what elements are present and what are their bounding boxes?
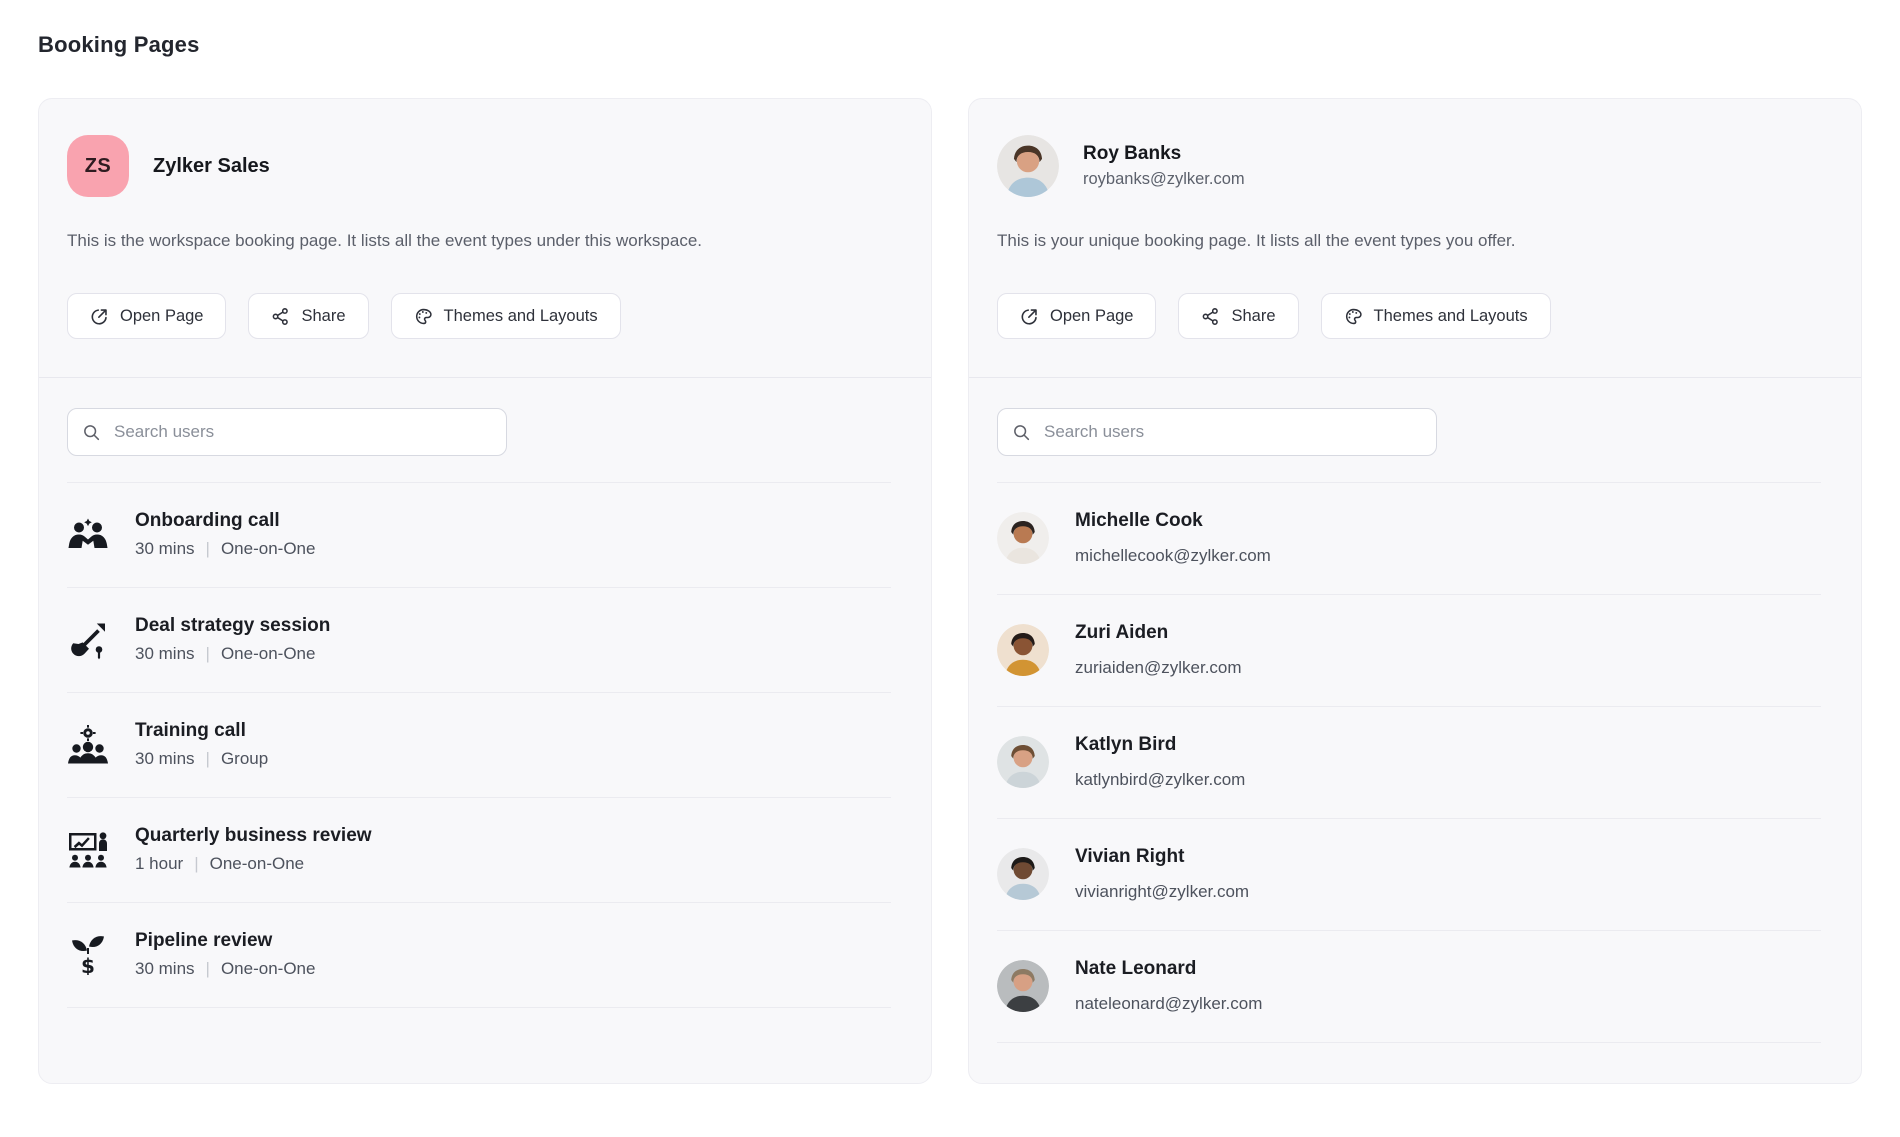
user-list: Michelle Cook michellecook@zylker.com Zu…: [997, 482, 1821, 1043]
event-title: Pipeline review: [135, 930, 315, 952]
user-email: nateleonard@zylker.com: [1075, 994, 1262, 1014]
personal-card-header: Roy Banks roybanks@zylker.com This is yo…: [969, 99, 1861, 377]
event-title: Onboarding call: [135, 510, 315, 532]
user-name: Zuri Aiden: [1075, 622, 1242, 644]
event-row-pipeline-review[interactable]: Pipeline review 30 mins | One-on-One: [67, 903, 891, 1008]
pipe-divider: |: [206, 749, 210, 769]
event-duration: 30 mins: [135, 749, 195, 769]
user-name: Katlyn Bird: [1075, 734, 1245, 756]
search-users-input[interactable]: [112, 421, 492, 443]
event-row-onboarding-call[interactable]: Onboarding call 30 mins | One-on-One: [67, 483, 891, 588]
user-email: michellecook@zylker.com: [1075, 546, 1271, 566]
workspace-actions: Open Page Share Themes and Layouts: [67, 293, 903, 377]
search-icon: [1012, 423, 1031, 442]
event-type: One-on-One: [221, 539, 316, 559]
event-type: One-on-One: [221, 959, 316, 979]
pipe-divider: |: [206, 959, 210, 979]
themes-and-layouts-icon: [414, 307, 433, 326]
search-users-field: [997, 408, 1437, 456]
event-type: One-on-One: [210, 854, 305, 874]
button-label: Share: [301, 307, 345, 326]
user-avatar: [997, 512, 1049, 564]
user-email: zuriaiden@zylker.com: [1075, 658, 1242, 678]
share-icon: [271, 307, 290, 326]
booking-pages-screen: Booking Pages ZS Zylker Sales This is th…: [0, 0, 1900, 1084]
event-duration: 1 hour: [135, 854, 183, 874]
owner-name: Roy Banks: [1083, 143, 1245, 165]
workspace-card-header: ZS Zylker Sales This is the workspace bo…: [39, 99, 931, 377]
deal-strategy-icon: [67, 620, 109, 660]
user-name: Vivian Right: [1075, 846, 1249, 868]
themes-and-layouts-button[interactable]: Themes and Layouts: [391, 293, 621, 339]
event-title: Quarterly business review: [135, 825, 372, 847]
open-page-button[interactable]: Open Page: [67, 293, 226, 339]
button-label: Themes and Layouts: [444, 307, 598, 326]
event-duration: 30 mins: [135, 644, 195, 664]
event-row-training-call[interactable]: Training call 30 mins | Group: [67, 693, 891, 798]
workspace-booking-card: ZS Zylker Sales This is the workspace bo…: [38, 98, 932, 1084]
event-title: Deal strategy session: [135, 615, 330, 637]
user-avatar: [997, 736, 1049, 788]
themes-and-layouts-button[interactable]: Themes and Layouts: [1321, 293, 1551, 339]
share-button[interactable]: Share: [248, 293, 368, 339]
onboarding-call-icon: [67, 515, 109, 555]
event-title: Training call: [135, 720, 268, 742]
user-row-michelle-cook[interactable]: Michelle Cook michellecook@zylker.com: [997, 483, 1821, 595]
event-type: Group: [221, 749, 268, 769]
training-call-icon: [67, 725, 109, 765]
user-avatar: [997, 960, 1049, 1012]
button-label: Open Page: [1050, 307, 1133, 326]
open-page-icon: [90, 307, 109, 326]
button-label: Open Page: [120, 307, 203, 326]
button-label: Share: [1231, 307, 1275, 326]
search-users-field: [67, 408, 507, 456]
event-duration: 30 mins: [135, 959, 195, 979]
user-avatar: [997, 624, 1049, 676]
open-page-button[interactable]: Open Page: [997, 293, 1156, 339]
open-page-icon: [1020, 307, 1039, 326]
booking-cards: ZS Zylker Sales This is the workspace bo…: [38, 98, 1862, 1084]
event-row-deal-strategy[interactable]: Deal strategy session 30 mins | One-on-O…: [67, 588, 891, 693]
owner-avatar: [997, 135, 1059, 197]
pipeline-review-icon: [67, 935, 109, 975]
share-icon: [1201, 307, 1220, 326]
user-row-vivian-right[interactable]: Vivian Right vivianright@zylker.com: [997, 819, 1821, 931]
workspace-description: This is the workspace booking page. It l…: [67, 231, 903, 251]
personal-card-body: Michelle Cook michellecook@zylker.com Zu…: [969, 378, 1861, 1043]
pipe-divider: |: [206, 539, 210, 559]
themes-and-layouts-icon: [1344, 307, 1363, 326]
owner-email: roybanks@zylker.com: [1083, 170, 1245, 189]
user-email: katlynbird@zylker.com: [1075, 770, 1245, 790]
search-icon: [82, 423, 101, 442]
user-avatar: [997, 848, 1049, 900]
user-row-katlyn-bird[interactable]: Katlyn Bird katlynbird@zylker.com: [997, 707, 1821, 819]
event-type-list: Onboarding call 30 mins | One-on-One Dea…: [67, 482, 891, 1008]
button-label: Themes and Layouts: [1374, 307, 1528, 326]
personal-description: This is your unique booking page. It lis…: [997, 231, 1833, 251]
personal-booking-card: Roy Banks roybanks@zylker.com This is yo…: [968, 98, 1862, 1084]
workspace-card-body: Onboarding call 30 mins | One-on-One Dea…: [39, 378, 931, 1008]
share-button[interactable]: Share: [1178, 293, 1298, 339]
user-row-zuri-aiden[interactable]: Zuri Aiden zuriaiden@zylker.com: [997, 595, 1821, 707]
event-type: One-on-One: [221, 644, 316, 664]
pipe-divider: |: [194, 854, 198, 874]
pipe-divider: |: [206, 644, 210, 664]
workspace-avatar: ZS: [67, 135, 129, 197]
workspace-name: Zylker Sales: [153, 155, 270, 178]
user-row-nate-leonard[interactable]: Nate Leonard nateleonard@zylker.com: [997, 931, 1821, 1043]
event-row-quarterly-review[interactable]: Quarterly business review 1 hour | One-o…: [67, 798, 891, 903]
user-email: vivianright@zylker.com: [1075, 882, 1249, 902]
quarterly-review-icon: [67, 830, 109, 870]
search-users-input[interactable]: [1042, 421, 1422, 443]
user-name: Nate Leonard: [1075, 958, 1262, 980]
page-title: Booking Pages: [38, 32, 1862, 58]
personal-actions: Open Page Share Themes and Layouts: [997, 293, 1833, 377]
user-name: Michelle Cook: [1075, 510, 1271, 532]
event-duration: 30 mins: [135, 539, 195, 559]
